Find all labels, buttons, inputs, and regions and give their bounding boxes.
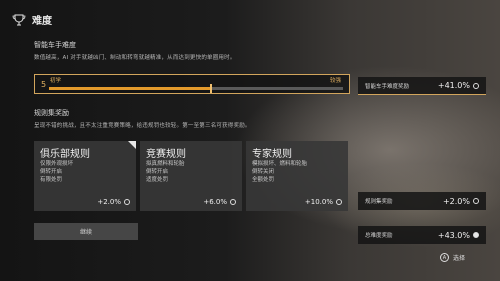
total-reward-panel: 总难度奖励 +43.0% <box>358 226 486 244</box>
rule-card-line: 倒转开启 <box>146 169 169 175</box>
rules-reward-panel: 规则集奖励 +2.0% <box>358 192 486 210</box>
slider-min-label: 初学 <box>50 78 62 84</box>
rules-section-title: 规则集奖励 <box>34 109 69 117</box>
bonus-icon <box>336 199 342 205</box>
rule-card-line: 仅限外观损坏 <box>40 161 74 167</box>
rules-reward-label: 规则集奖励 <box>365 199 393 205</box>
coin-icon <box>473 198 479 204</box>
header: 难度 <box>12 12 52 27</box>
total-reward-value: +43.0% <box>437 230 470 240</box>
select-prompt[interactable]: A 选择 <box>440 253 465 262</box>
bonus-icon <box>124 199 130 205</box>
rule-card-expert[interactable]: 专家规则 模拟损坏、燃料和轮胎 倒转关闭 全额处罚 +10.0% <box>246 141 348 211</box>
rule-card-line: 有限处罚 <box>40 177 63 183</box>
rule-card-club[interactable]: 俱乐部规则 仅限外观损坏 倒转开启 有限处罚 +2.0% <box>34 141 136 211</box>
ai-reward-value: +41.0% <box>437 81 470 90</box>
difficulty-slider[interactable]: 5 初学 较强 <box>34 74 350 94</box>
difficulty-description: 数值越高，AI 对手就越凶门、制动和转弯就越精准，从而达到更快的单圈用时。 <box>34 55 236 61</box>
a-button-icon: A <box>440 253 449 262</box>
slider-max-label: 较强 <box>329 78 341 84</box>
rule-card-bonus: +2.0% <box>97 198 130 206</box>
continue-button[interactable]: 继续 <box>34 223 138 240</box>
slider-thumb[interactable] <box>209 84 212 93</box>
selected-corner-marker <box>128 141 136 149</box>
rule-card-bonus: +6.0% <box>203 198 236 206</box>
rule-card-title: 竞赛规则 <box>146 149 186 160</box>
rule-card-line: 倒转开启 <box>40 169 63 175</box>
rule-card-title: 专家规则 <box>252 149 292 160</box>
bonus-icon <box>230 199 236 205</box>
rule-card-bonus: +10.0% <box>305 198 342 206</box>
bonus-value: +2.0% <box>97 198 121 206</box>
total-reward-label: 总难度奖励 <box>365 233 393 239</box>
trophy-icon <box>12 14 26 26</box>
slider-fill <box>49 87 211 90</box>
rule-card-line: 倒转关闭 <box>252 169 275 175</box>
rule-card-line: 全额处罚 <box>252 177 275 183</box>
rule-card-line: 适度处罚 <box>146 177 169 183</box>
coin-icon <box>473 82 479 89</box>
page-title: 难度 <box>32 16 52 27</box>
difficulty-level: 5 <box>41 80 47 89</box>
rules-reward-value: +2.0% <box>442 196 470 206</box>
bonus-value: +6.0% <box>203 198 227 206</box>
difficulty-section-title: 智能车手难度 <box>34 41 76 49</box>
rules-description: 呈现不错的挑战，且不太注重竞赛策略，给违规罚也较轻。第一至第三名可获得奖励。 <box>34 123 251 129</box>
rule-card-race[interactable]: 竞赛规则 拟真燃料和轮胎 倒转开启 适度处罚 +6.0% <box>140 141 242 211</box>
coin-icon <box>473 232 479 238</box>
rule-card-line: 拟真燃料和轮胎 <box>146 161 185 167</box>
ai-difficulty-reward-panel: 智能车手难度奖励 +41.0% <box>358 77 486 95</box>
select-label: 选择 <box>453 255 466 262</box>
rule-card-title: 俱乐部规则 <box>40 149 90 160</box>
slider-track <box>49 84 343 93</box>
bonus-value: +10.0% <box>304 198 333 206</box>
ai-reward-label: 智能车手难度奖励 <box>365 83 410 90</box>
rule-card-line: 模拟损坏、燃料和轮胎 <box>252 161 308 167</box>
